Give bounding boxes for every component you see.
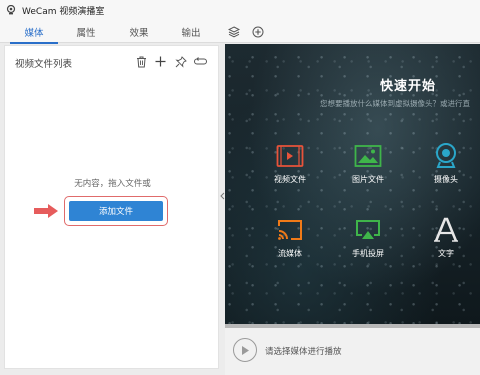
preview-area: 快速开始 您想要播放什么媒体到虚拟摄像头？或进行直 视频文件 图片文件 摄像头 … — [225, 44, 480, 324]
quick-start-label: 流媒体 — [278, 249, 302, 258]
trash-icon[interactable] — [135, 55, 148, 68]
tab-bar: 媒体 属性 效果 输出 — [0, 20, 480, 44]
quick-start-screen-mirror[interactable]: 手机投屏 — [338, 217, 398, 267]
quick-start-label: 文字 — [438, 249, 454, 258]
window-title: WeCam 视频演播室 — [22, 6, 105, 17]
play-icon — [242, 345, 249, 355]
add-circle-icon[interactable] — [251, 25, 264, 38]
screen-mirror-icon — [353, 217, 383, 243]
text-icon — [431, 217, 461, 243]
tab-output[interactable]: 输出 — [165, 20, 217, 43]
quick-start-text[interactable]: 文字 — [416, 217, 476, 267]
quick-start-webcam[interactable]: 摄像头 — [416, 143, 476, 193]
wecam-logo-icon — [6, 5, 16, 15]
plus-icon[interactable] — [154, 55, 167, 68]
quick-start-image-file[interactable]: 图片文件 — [338, 143, 398, 193]
tab-media[interactable]: 媒体 — [8, 20, 60, 44]
add-file-button[interactable]: 添加文件 — [69, 201, 163, 221]
quick-start-title: 快速开始 — [380, 79, 437, 94]
quick-start-streaming[interactable]: 流媒体 — [260, 217, 320, 267]
player-bar: 请选择媒体进行播放 — [225, 328, 480, 375]
tab-effects[interactable]: 效果 — [113, 20, 165, 43]
arrow-right-icon — [33, 203, 61, 219]
quick-start-label: 视频文件 — [274, 175, 306, 184]
tab-properties[interactable]: 属性 — [60, 20, 112, 43]
player-status: 请选择媒体进行播放 — [265, 347, 342, 357]
layers-icon[interactable] — [227, 25, 240, 38]
quick-start-subtitle: 您想要播放什么媒体到虚拟摄像头？或进行直 — [320, 99, 470, 108]
media-list-panel: 视频文件列表 无内容，拖入文件或 添加文件 — [4, 45, 219, 369]
panel-title: 视频文件列表 — [15, 59, 73, 70]
loop-icon[interactable] — [194, 55, 207, 68]
quick-start-label: 图片文件 — [352, 175, 384, 184]
video-file-icon — [275, 143, 305, 169]
play-button[interactable] — [233, 338, 257, 362]
image-file-icon — [353, 143, 383, 169]
quick-start-label: 手机投屏 — [352, 249, 384, 258]
streaming-icon — [275, 217, 305, 243]
title-bar: WeCam 视频演播室 — [0, 0, 480, 20]
pin-icon[interactable] — [174, 55, 187, 68]
webcam-icon — [431, 143, 461, 169]
quick-start-label: 摄像头 — [434, 175, 458, 184]
quick-start-video-file[interactable]: 视频文件 — [260, 143, 320, 193]
empty-list-message: 无内容，拖入文件或 — [74, 179, 151, 189]
